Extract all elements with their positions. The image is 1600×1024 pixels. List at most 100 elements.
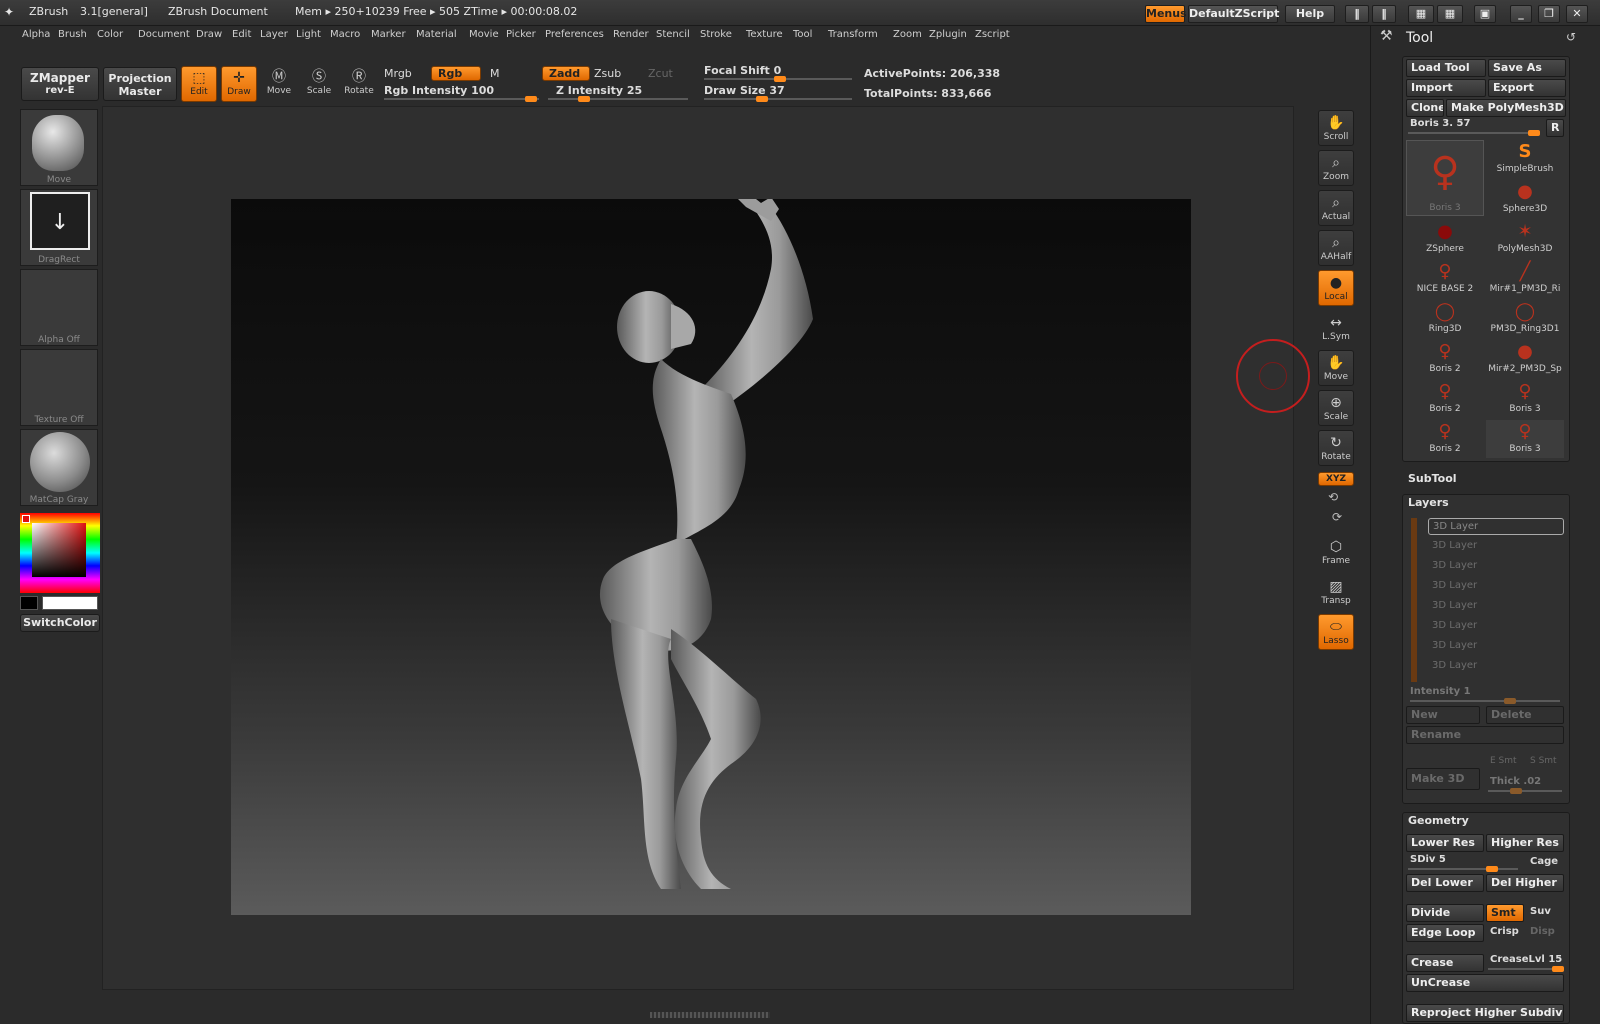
zsub-toggle[interactable]: Zsub — [594, 67, 621, 80]
menu-texture[interactable]: Texture — [746, 29, 783, 40]
geometry-header[interactable]: Geometry — [1408, 814, 1469, 827]
alpha-slot[interactable]: Alpha Off — [20, 269, 98, 346]
menu-tool[interactable]: Tool — [793, 29, 812, 40]
document-canvas[interactable] — [231, 195, 1310, 915]
menu-draw[interactable]: Draw — [196, 29, 222, 40]
draw-size-slider[interactable] — [704, 96, 852, 102]
subtool-header[interactable]: SubTool — [1408, 472, 1457, 485]
layer-new-button[interactable]: New — [1406, 706, 1480, 724]
bottom-resize-grip[interactable] — [650, 1012, 770, 1018]
layer-row-3[interactable]: 3D Layer — [1428, 558, 1564, 575]
transp-button[interactable]: ▨ Transp — [1318, 574, 1354, 610]
menu-material[interactable]: Material — [416, 29, 457, 40]
rgb-intensity-slider[interactable] — [384, 96, 539, 102]
tool-thumb-sphere3d[interactable]: ● Sphere3D — [1486, 180, 1564, 218]
dock-right-icon[interactable]: ‖ — [1372, 5, 1396, 23]
tool-slider-knob[interactable] — [1528, 130, 1540, 136]
xyz-button[interactable]: XYZ — [1318, 472, 1354, 486]
default-zscript-button[interactable]: DefaultZScript — [1188, 5, 1279, 23]
secondary-color-swatch[interactable] — [20, 596, 38, 610]
primary-color-swatch[interactable] — [42, 596, 98, 610]
layer-row-6[interactable]: 3D Layer — [1428, 618, 1564, 635]
make-polymesh-button[interactable]: Make PolyMesh3D — [1446, 99, 1566, 117]
layers-header[interactable]: Layers — [1408, 496, 1449, 509]
menu-brush[interactable]: Brush — [58, 29, 87, 40]
layer-rename-button[interactable]: Rename — [1406, 726, 1564, 744]
r-button[interactable]: R — [1546, 119, 1564, 137]
layer-intensity-knob[interactable] — [1504, 698, 1516, 704]
menu-zscript[interactable]: Zscript — [975, 29, 1010, 40]
crease-level-slider[interactable] — [1488, 966, 1564, 972]
scale-view-button[interactable]: ⊕ Scale — [1318, 390, 1354, 426]
layer-row-8[interactable]: 3D Layer — [1428, 658, 1564, 675]
rotate-view-button[interactable]: ↻ Rotate — [1318, 430, 1354, 466]
frame-button[interactable]: ⬡ Frame — [1318, 534, 1354, 570]
tool-thumb-boris2-a[interactable]: ♀ Boris 2 — [1406, 340, 1484, 378]
tool-thumb-boris3-a[interactable]: ♀ Boris 3 — [1486, 380, 1564, 418]
local-button[interactable]: ● Local — [1318, 270, 1354, 306]
menu-movie[interactable]: Movie — [469, 29, 499, 40]
tool-thumb-ring3d[interactable]: ◯ Ring3D — [1406, 300, 1484, 338]
texture-slot[interactable]: Texture Off — [20, 349, 98, 426]
menus-button[interactable]: Menus — [1145, 5, 1187, 23]
menu-layer[interactable]: Layer — [260, 29, 288, 40]
uncrease-button[interactable]: UnCrease — [1406, 974, 1564, 992]
minimize-icon[interactable]: _ — [1510, 5, 1532, 23]
scale-button[interactable]: Ⓢ Scale — [301, 66, 337, 102]
scroll-button[interactable]: ✋ Scroll — [1318, 110, 1354, 146]
brush-slot[interactable]: Move — [20, 109, 98, 186]
menu-stroke[interactable]: Stroke — [700, 29, 732, 40]
zadd-toggle[interactable]: Zadd — [542, 66, 590, 81]
reproject-button[interactable]: Reproject Higher Subdiv — [1406, 1004, 1564, 1022]
draw-size-knob[interactable] — [756, 96, 768, 102]
load-tool-button[interactable]: Load Tool — [1406, 59, 1486, 77]
suv-toggle[interactable]: Suv — [1530, 906, 1551, 917]
menu-transform[interactable]: Transform — [828, 29, 878, 40]
thick-slider[interactable] — [1488, 788, 1562, 794]
edit-button[interactable]: ⬚ Edit — [181, 66, 217, 102]
aahalf-button[interactable]: ⌕ AAHalf — [1318, 230, 1354, 266]
menu-color[interactable]: Color — [97, 29, 123, 40]
zoom-button[interactable]: ⌕ Zoom — [1318, 150, 1354, 186]
switch-color-button[interactable]: SwitchColor — [20, 614, 100, 632]
layer-delete-button[interactable]: Delete — [1486, 706, 1564, 724]
color-picker[interactable] — [20, 513, 100, 593]
cage-toggle[interactable]: Cage — [1530, 856, 1558, 867]
layer-intensity-slider[interactable] — [1410, 698, 1560, 704]
layout-1-icon[interactable]: ▦ — [1408, 5, 1434, 23]
lasso-button[interactable]: ⬭ Lasso — [1318, 614, 1354, 650]
zcut-toggle[interactable]: Zcut — [648, 67, 673, 80]
menu-edit[interactable]: Edit — [232, 29, 251, 40]
rgb-intensity-knob[interactable] — [525, 96, 537, 102]
layer-row-4[interactable]: 3D Layer — [1428, 578, 1564, 595]
layer-row-1[interactable]: 3D Layer — [1428, 518, 1564, 535]
dock-left-icon[interactable]: ‖ — [1345, 5, 1369, 23]
zmapper-button[interactable]: ZMapper rev-E — [21, 67, 99, 101]
menu-stencil[interactable]: Stencil — [656, 29, 690, 40]
thick-knob[interactable] — [1510, 788, 1522, 794]
rotate-button[interactable]: Ⓡ Rotate — [341, 66, 377, 102]
focal-shift-knob[interactable] — [774, 76, 786, 82]
help-button[interactable]: Help — [1285, 5, 1335, 23]
layer-row-7[interactable]: 3D Layer — [1428, 638, 1564, 655]
lower-res-button[interactable]: Lower Res — [1406, 834, 1484, 852]
make-3d-button[interactable]: Make 3D — [1406, 768, 1480, 790]
crease-level-knob[interactable] — [1552, 966, 1564, 972]
tool-thumb-mir2[interactable]: ● Mir#2_PM3D_Sp — [1486, 340, 1564, 378]
focal-shift-slider[interactable] — [704, 76, 852, 82]
tool-thumb-boris2-b[interactable]: ♀ Boris 2 — [1406, 380, 1484, 418]
sdiv-knob[interactable] — [1486, 866, 1498, 872]
tool-thumb-simplebrush[interactable]: S SimpleBrush — [1486, 140, 1564, 178]
menu-preferences[interactable]: Preferences — [545, 29, 604, 40]
rotate-y-icon[interactable]: ⟲ — [1328, 490, 1338, 504]
del-lower-button[interactable]: Del Lower — [1406, 874, 1484, 892]
tool-thumb-zsphere[interactable]: ● ZSphere — [1406, 220, 1484, 258]
layer-row-2[interactable]: 3D Layer — [1428, 538, 1564, 555]
menu-picker[interactable]: Picker — [506, 29, 536, 40]
draw-button[interactable]: ✛ Draw — [221, 66, 257, 102]
menu-alpha[interactable]: Alpha — [22, 29, 50, 40]
menu-zoom[interactable]: Zoom — [893, 29, 922, 40]
tool-thumb-boris3-selected[interactable]: ♀ Boris 3 — [1406, 140, 1484, 216]
m-toggle[interactable]: M — [490, 67, 500, 80]
divide-button[interactable]: Divide — [1406, 904, 1484, 922]
